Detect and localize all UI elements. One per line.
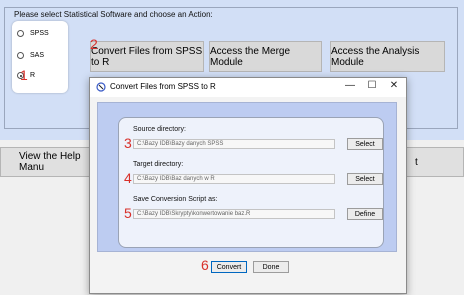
source-directory-field[interactable]: C:\Bazy IDB\Bazy danych SPSS xyxy=(133,139,335,149)
analysis-module-button[interactable]: Access the Analysis Module xyxy=(330,41,445,72)
dialog-body: Source directory: C:\Bazy IDB\Bazy danyc… xyxy=(97,102,397,252)
dialog-title: Convert Files from SPSS to R xyxy=(110,82,216,91)
convert-dialog: Convert Files from SPSS to R — ☐ ✕ Sourc… xyxy=(89,77,407,294)
dialog-titlebar[interactable]: Convert Files from SPSS to R — ☐ ✕ xyxy=(90,78,406,97)
annotation-number: 6 xyxy=(201,257,209,273)
radio-circle-icon[interactable] xyxy=(17,30,24,37)
convert-button[interactable]: Convert xyxy=(211,261,247,273)
script-path-label: Save Conversion Script as: xyxy=(133,196,218,203)
select-source-button[interactable]: Select xyxy=(347,138,383,150)
annotation-number: 4 xyxy=(124,170,132,186)
annotation-number: 2 xyxy=(90,36,98,52)
script-path-field[interactable]: C:\Bazy IDB\Skrypty\konwertowanie baz.R xyxy=(133,209,335,219)
help-manual-button[interactable]: View the Help Manu xyxy=(0,147,97,177)
app-icon xyxy=(96,82,106,92)
radio-circle-icon[interactable] xyxy=(17,52,24,59)
close-icon[interactable]: ✕ xyxy=(384,80,404,91)
directory-settings-panel: Source directory: C:\Bazy IDB\Bazy danyc… xyxy=(118,117,384,248)
groupbox-title: Please select Statistical Software and c… xyxy=(13,10,214,19)
radio-sas[interactable]: SAS xyxy=(17,52,44,59)
annotation-number: 1 xyxy=(20,67,28,83)
convert-spss-to-r-button[interactable]: Convert Files from SPSS to R xyxy=(90,41,204,72)
radio-label-sas: SAS xyxy=(30,52,45,59)
select-target-button[interactable]: Select xyxy=(347,173,383,185)
radio-spss[interactable]: SPSS xyxy=(17,30,49,37)
annotation-number: 3 xyxy=(124,135,132,151)
define-script-button[interactable]: Define xyxy=(347,208,383,220)
radio-label-r: R xyxy=(30,72,36,79)
target-directory-label: Target directory: xyxy=(133,161,184,168)
source-directory-label: Source directory: xyxy=(133,126,186,133)
maximize-icon[interactable]: ☐ xyxy=(362,80,382,91)
done-button[interactable]: Done xyxy=(253,261,289,273)
target-directory-field[interactable]: C:\Bazy IDB\Baz danych w R xyxy=(133,174,335,184)
exit-button[interactable]: t xyxy=(404,147,464,177)
annotation-number: 5 xyxy=(124,205,132,221)
minimize-icon[interactable]: — xyxy=(340,80,360,91)
merge-module-button[interactable]: Access the Merge Module xyxy=(209,41,322,72)
radio-label-spss: SPSS xyxy=(30,30,49,37)
